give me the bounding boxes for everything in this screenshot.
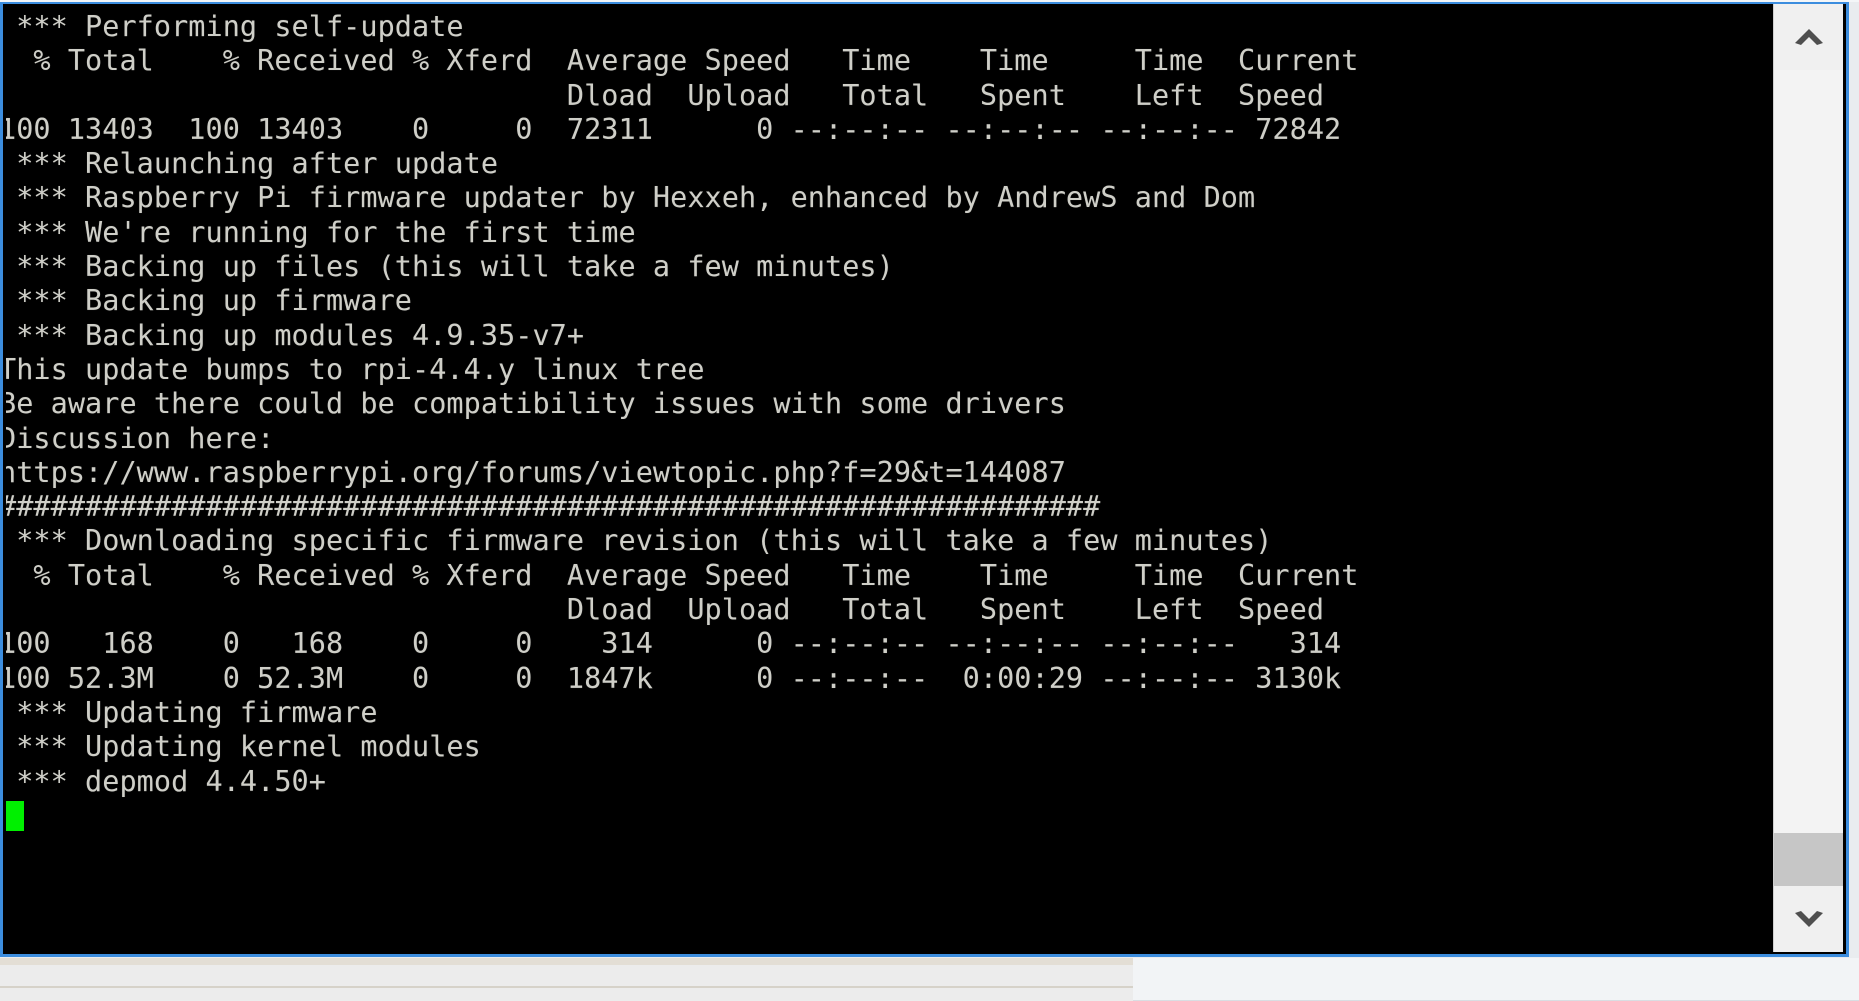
terminal-window: *** Performing self-update % Total % Rec…: [0, 2, 1849, 957]
terminal-line: Dload Upload Total Spent Left Speed: [6, 593, 1325, 627]
vertical-scrollbar[interactable]: [1773, 4, 1843, 952]
terminal-line: *** Downloading specific firmware revisi…: [6, 524, 1273, 558]
terminal-line: This update bumps to rpi-4.4.y linux tre…: [6, 352, 705, 386]
screen-root: *** Performing self-update % Total % Rec…: [0, 0, 1859, 1001]
terminal-cursor-line: [6, 799, 1776, 833]
scroll-up-button[interactable]: [1774, 4, 1843, 70]
terminal-line: % Total % Received % Xferd Average Speed…: [6, 558, 1359, 592]
desktop-area-right: [1133, 958, 1859, 1000]
scroll-down-button[interactable]: [1774, 886, 1843, 952]
terminal-line: 100 168 0 168 0 0 314 0 --:--:-- --:--:-…: [6, 627, 1342, 661]
chevron-up-icon: [1792, 26, 1826, 48]
terminal-line: *** Updating firmware: [6, 695, 378, 729]
terminal-line: *** depmod 4.4.50+: [6, 764, 326, 798]
terminal-line: *** Backing up modules 4.9.35-v7+: [6, 318, 585, 352]
terminal-line: *** Backing up firmware: [6, 284, 413, 318]
scrollbar-thumb[interactable]: [1774, 833, 1843, 886]
scrollbar-track[interactable]: [1774, 70, 1843, 886]
terminal-output: *** Performing self-update % Total % Rec…: [6, 10, 1776, 833]
terminal-line-progress-hashes: ########################################…: [6, 490, 1101, 524]
terminal-line: % Total % Received % Xferd Average Speed…: [6, 44, 1359, 78]
terminal-line: 100 52.3M 0 52.3M 0 0 1847k 0 --:--:-- 0…: [6, 661, 1342, 695]
terminal-line: Dload Upload Total Spent Left Speed: [6, 78, 1325, 112]
terminal-line: 100 13403 100 13403 0 0 72311 0 --:--:--…: [6, 112, 1342, 146]
chevron-down-icon: [1792, 908, 1826, 930]
terminal-line: Be aware there could be compatibility is…: [6, 387, 1066, 421]
window-bottom-edge: [0, 958, 1133, 965]
terminal-line: *** Raspberry Pi firmware updater by Hex…: [6, 181, 1256, 215]
terminal-line-url: https://www.raspberrypi.org/forums/viewt…: [6, 455, 1066, 489]
terminal-line: *** We're running for the first time: [6, 215, 636, 249]
text-cursor: [6, 800, 24, 831]
terminal-line: *** Backing up files (this will take a f…: [6, 250, 894, 284]
terminal-surface[interactable]: *** Performing self-update % Total % Rec…: [6, 4, 1776, 952]
terminal-line: *** Relaunching after update: [6, 147, 499, 181]
terminal-line: *** Updating kernel modules: [6, 730, 481, 764]
desktop-divider: [0, 986, 1133, 988]
terminal-line: Discussion here:: [6, 421, 275, 455]
terminal-line: *** Performing self-update: [6, 10, 464, 43]
